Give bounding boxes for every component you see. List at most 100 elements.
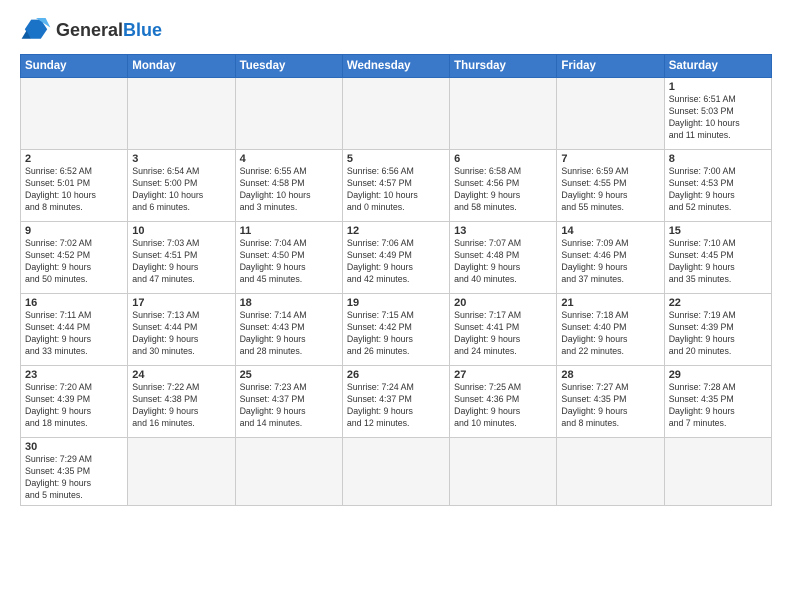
- day-number: 16: [25, 297, 123, 309]
- day-number: 19: [347, 297, 445, 309]
- calendar-day-cell: 14Sunrise: 7:09 AM Sunset: 4:46 PM Dayli…: [557, 222, 664, 294]
- day-info: Sunrise: 6:54 AM Sunset: 5:00 PM Dayligh…: [132, 166, 230, 214]
- calendar-day-cell: 28Sunrise: 7:27 AM Sunset: 4:35 PM Dayli…: [557, 366, 664, 438]
- calendar-day-cell: 10Sunrise: 7:03 AM Sunset: 4:51 PM Dayli…: [128, 222, 235, 294]
- day-info: Sunrise: 7:28 AM Sunset: 4:35 PM Dayligh…: [669, 382, 767, 430]
- day-info: Sunrise: 7:11 AM Sunset: 4:44 PM Dayligh…: [25, 310, 123, 358]
- calendar-day-cell: [557, 78, 664, 150]
- day-info: Sunrise: 7:14 AM Sunset: 4:43 PM Dayligh…: [240, 310, 338, 358]
- day-number: 11: [240, 225, 338, 237]
- calendar-day-cell: 20Sunrise: 7:17 AM Sunset: 4:41 PM Dayli…: [450, 294, 557, 366]
- weekday-header-friday: Friday: [557, 55, 664, 78]
- day-info: Sunrise: 6:56 AM Sunset: 4:57 PM Dayligh…: [347, 166, 445, 214]
- calendar-day-cell: 7Sunrise: 6:59 AM Sunset: 4:55 PM Daylig…: [557, 150, 664, 222]
- weekday-header-saturday: Saturday: [664, 55, 771, 78]
- calendar-day-cell: 30Sunrise: 7:29 AM Sunset: 4:35 PM Dayli…: [21, 438, 128, 506]
- day-info: Sunrise: 7:29 AM Sunset: 4:35 PM Dayligh…: [25, 454, 123, 502]
- calendar-day-cell: 18Sunrise: 7:14 AM Sunset: 4:43 PM Dayli…: [235, 294, 342, 366]
- day-number: 18: [240, 297, 338, 309]
- calendar-day-cell: [235, 78, 342, 150]
- calendar-day-cell: 6Sunrise: 6:58 AM Sunset: 4:56 PM Daylig…: [450, 150, 557, 222]
- day-number: 29: [669, 369, 767, 381]
- day-number: 30: [25, 441, 123, 453]
- calendar-day-cell: 13Sunrise: 7:07 AM Sunset: 4:48 PM Dayli…: [450, 222, 557, 294]
- calendar-day-cell: [557, 438, 664, 506]
- calendar-day-cell: [128, 78, 235, 150]
- day-number: 13: [454, 225, 552, 237]
- logo: GeneralBlue: [20, 16, 162, 44]
- header: GeneralBlue: [20, 16, 772, 44]
- day-number: 15: [669, 225, 767, 237]
- day-info: Sunrise: 7:09 AM Sunset: 4:46 PM Dayligh…: [561, 238, 659, 286]
- calendar-day-cell: 27Sunrise: 7:25 AM Sunset: 4:36 PM Dayli…: [450, 366, 557, 438]
- day-number: 7: [561, 153, 659, 165]
- day-number: 26: [347, 369, 445, 381]
- calendar-week-row: 30Sunrise: 7:29 AM Sunset: 4:35 PM Dayli…: [21, 438, 772, 506]
- day-info: Sunrise: 7:27 AM Sunset: 4:35 PM Dayligh…: [561, 382, 659, 430]
- weekday-header-sunday: Sunday: [21, 55, 128, 78]
- calendar-day-cell: [664, 438, 771, 506]
- day-info: Sunrise: 6:59 AM Sunset: 4:55 PM Dayligh…: [561, 166, 659, 214]
- day-number: 12: [347, 225, 445, 237]
- page: GeneralBlue SundayMondayTuesdayWednesday…: [0, 0, 792, 612]
- day-info: Sunrise: 7:07 AM Sunset: 4:48 PM Dayligh…: [454, 238, 552, 286]
- day-number: 3: [132, 153, 230, 165]
- generalblue-logo-icon: [20, 16, 52, 44]
- weekday-header-tuesday: Tuesday: [235, 55, 342, 78]
- calendar-day-cell: 9Sunrise: 7:02 AM Sunset: 4:52 PM Daylig…: [21, 222, 128, 294]
- day-info: Sunrise: 7:24 AM Sunset: 4:37 PM Dayligh…: [347, 382, 445, 430]
- calendar-day-cell: 1Sunrise: 6:51 AM Sunset: 5:03 PM Daylig…: [664, 78, 771, 150]
- day-number: 23: [25, 369, 123, 381]
- day-info: Sunrise: 6:58 AM Sunset: 4:56 PM Dayligh…: [454, 166, 552, 214]
- day-number: 21: [561, 297, 659, 309]
- calendar-day-cell: 17Sunrise: 7:13 AM Sunset: 4:44 PM Dayli…: [128, 294, 235, 366]
- day-info: Sunrise: 7:15 AM Sunset: 4:42 PM Dayligh…: [347, 310, 445, 358]
- day-number: 20: [454, 297, 552, 309]
- logo-text-block: GeneralBlue: [56, 21, 162, 39]
- day-info: Sunrise: 7:06 AM Sunset: 4:49 PM Dayligh…: [347, 238, 445, 286]
- day-number: 8: [669, 153, 767, 165]
- day-number: 14: [561, 225, 659, 237]
- calendar-day-cell: 11Sunrise: 7:04 AM Sunset: 4:50 PM Dayli…: [235, 222, 342, 294]
- day-number: 5: [347, 153, 445, 165]
- day-info: Sunrise: 7:00 AM Sunset: 4:53 PM Dayligh…: [669, 166, 767, 214]
- day-number: 24: [132, 369, 230, 381]
- calendar-day-cell: [342, 438, 449, 506]
- day-number: 10: [132, 225, 230, 237]
- calendar-day-cell: [21, 78, 128, 150]
- calendar-day-cell: 23Sunrise: 7:20 AM Sunset: 4:39 PM Dayli…: [21, 366, 128, 438]
- day-info: Sunrise: 6:52 AM Sunset: 5:01 PM Dayligh…: [25, 166, 123, 214]
- calendar-day-cell: 25Sunrise: 7:23 AM Sunset: 4:37 PM Dayli…: [235, 366, 342, 438]
- day-number: 6: [454, 153, 552, 165]
- calendar-day-cell: 2Sunrise: 6:52 AM Sunset: 5:01 PM Daylig…: [21, 150, 128, 222]
- day-number: 28: [561, 369, 659, 381]
- calendar-day-cell: 26Sunrise: 7:24 AM Sunset: 4:37 PM Dayli…: [342, 366, 449, 438]
- weekday-header-wednesday: Wednesday: [342, 55, 449, 78]
- calendar-week-row: 2Sunrise: 6:52 AM Sunset: 5:01 PM Daylig…: [21, 150, 772, 222]
- logo-text: GeneralBlue: [56, 21, 162, 39]
- calendar-day-cell: 8Sunrise: 7:00 AM Sunset: 4:53 PM Daylig…: [664, 150, 771, 222]
- day-number: 25: [240, 369, 338, 381]
- day-info: Sunrise: 7:03 AM Sunset: 4:51 PM Dayligh…: [132, 238, 230, 286]
- day-info: Sunrise: 7:25 AM Sunset: 4:36 PM Dayligh…: [454, 382, 552, 430]
- calendar-table: SundayMondayTuesdayWednesdayThursdayFrid…: [20, 54, 772, 506]
- calendar-week-row: 23Sunrise: 7:20 AM Sunset: 4:39 PM Dayli…: [21, 366, 772, 438]
- calendar-week-row: 9Sunrise: 7:02 AM Sunset: 4:52 PM Daylig…: [21, 222, 772, 294]
- calendar-day-cell: 16Sunrise: 7:11 AM Sunset: 4:44 PM Dayli…: [21, 294, 128, 366]
- calendar-day-cell: 29Sunrise: 7:28 AM Sunset: 4:35 PM Dayli…: [664, 366, 771, 438]
- day-info: Sunrise: 7:04 AM Sunset: 4:50 PM Dayligh…: [240, 238, 338, 286]
- logo-blue: Blue: [123, 20, 162, 40]
- calendar-day-cell: 5Sunrise: 6:56 AM Sunset: 4:57 PM Daylig…: [342, 150, 449, 222]
- day-number: 4: [240, 153, 338, 165]
- calendar-week-row: 1Sunrise: 6:51 AM Sunset: 5:03 PM Daylig…: [21, 78, 772, 150]
- day-number: 1: [669, 81, 767, 93]
- calendar-day-cell: 19Sunrise: 7:15 AM Sunset: 4:42 PM Dayli…: [342, 294, 449, 366]
- day-number: 27: [454, 369, 552, 381]
- calendar-day-cell: [450, 78, 557, 150]
- day-number: 22: [669, 297, 767, 309]
- day-info: Sunrise: 7:19 AM Sunset: 4:39 PM Dayligh…: [669, 310, 767, 358]
- day-info: Sunrise: 6:55 AM Sunset: 4:58 PM Dayligh…: [240, 166, 338, 214]
- calendar-day-cell: 12Sunrise: 7:06 AM Sunset: 4:49 PM Dayli…: [342, 222, 449, 294]
- day-number: 9: [25, 225, 123, 237]
- day-number: 2: [25, 153, 123, 165]
